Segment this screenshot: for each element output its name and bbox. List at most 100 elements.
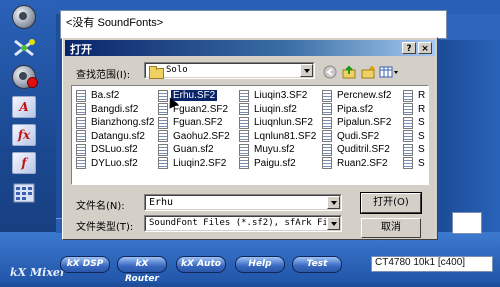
kx-router-button[interactable]: kX Router (117, 256, 167, 284)
file-name: R (418, 90, 426, 101)
filetype-value: SoundFont Files (*.sf2), sfArk Files (149, 218, 326, 228)
right-panel-box (452, 212, 482, 234)
file-item[interactable]: Gaohu2.SF2 (158, 130, 232, 143)
file-item[interactable]: Liuqin3.SF2 (239, 89, 309, 102)
back-icon[interactable] (323, 65, 337, 79)
filetype-select[interactable]: SoundFont Files (*.sf2), sfArk Files (144, 215, 342, 232)
card-info-panel: CT4780 10k1 [c400] (371, 256, 493, 272)
file-name: Fguan.SF2 (173, 117, 223, 128)
file-name: S (418, 144, 425, 155)
fx-icon[interactable]: fx (10, 122, 38, 148)
file-item[interactable]: S (403, 116, 427, 129)
file-name: Liuqnlun.SF2 (254, 117, 313, 128)
sf2-file-icon (76, 103, 86, 115)
file-item[interactable]: Muyu.sf2 (239, 143, 297, 156)
file-item[interactable]: R (403, 103, 427, 116)
file-item[interactable]: Qudi.SF2 (322, 130, 381, 143)
new-folder-icon[interactable] (361, 65, 375, 79)
file-item[interactable]: S (403, 143, 427, 156)
sf2-file-icon (76, 116, 86, 129)
sf2-file-icon (403, 143, 413, 156)
file-item[interactable]: Percnew.sf2 (322, 89, 393, 102)
file-item[interactable]: Liuqnlun.SF2 (239, 116, 315, 129)
function-icon[interactable]: f (10, 150, 38, 176)
file-name: Pipa.sf2 (337, 103, 374, 115)
record-speaker-icon[interactable] (10, 64, 38, 90)
help-button[interactable]: Help (235, 256, 285, 273)
file-name: S (418, 157, 425, 169)
cancel-button[interactable]: 取消 (361, 218, 421, 238)
close-button[interactable]: × (418, 42, 432, 54)
network-icon[interactable] (10, 35, 38, 61)
look-in-combo[interactable]: Solo (144, 62, 315, 79)
file-item[interactable]: Liuqin.sf2 (239, 103, 299, 116)
file-name: Datangu.sf2 (91, 130, 145, 142)
file-item[interactable]: S (403, 157, 427, 170)
sf2-file-icon (239, 116, 249, 129)
file-name: Percnew.sf2 (337, 90, 392, 101)
kx-auto-button[interactable]: kX Auto (176, 256, 226, 273)
sf2-file-icon (322, 116, 332, 129)
file-item[interactable]: Bangdi.sf2 (76, 103, 140, 116)
folder-icon (149, 66, 164, 79)
speaker-icon[interactable] (10, 4, 38, 30)
file-item[interactable]: Bianzhong.sf2 (76, 116, 156, 129)
sf2-file-icon (403, 103, 413, 115)
file-item[interactable]: Lqnlun81.SF2 (239, 130, 318, 143)
look-in-value: Solo (166, 65, 188, 75)
grid-icon[interactable] (10, 180, 38, 206)
open-button[interactable]: 打开(O) (360, 192, 422, 214)
file-item[interactable]: DSLuo.sf2 (76, 143, 140, 156)
file-item[interactable]: Pipalun.SF2 (322, 116, 393, 129)
sf2-file-icon (76, 130, 86, 142)
test-button[interactable]: Test (292, 256, 342, 273)
filename-dropdown-icon[interactable] (327, 196, 340, 209)
sf2-file-icon (239, 130, 249, 142)
filename-field[interactable]: Erhu (144, 194, 342, 211)
file-item[interactable]: Ba.sf2 (76, 89, 121, 102)
file-item[interactable]: Quditril.SF2 (322, 143, 392, 156)
sf2-file-icon (158, 116, 168, 129)
dialog-titlebar[interactable]: 打开 ? × (65, 40, 435, 56)
file-name: Erhu.SF2 (169, 89, 219, 102)
sf2-file-icon (239, 143, 249, 156)
mixer-title: kX Mixer (10, 266, 66, 279)
file-name: Liuqin.sf2 (254, 103, 297, 115)
help-title-button[interactable]: ? (402, 42, 416, 54)
sf2-file-icon (158, 143, 168, 156)
card-info-text: CT4780 10k1 [c400] (375, 257, 466, 268)
router-icon[interactable]: A (10, 94, 38, 120)
file-name: Liuqin3.SF2 (254, 90, 308, 101)
soundfont-text: <没有 SoundFonts> (66, 17, 164, 29)
right-frame (440, 40, 500, 235)
file-name: S (418, 130, 425, 142)
sf2-file-icon (403, 89, 413, 102)
file-item[interactable]: Liuqin2.SF2 (158, 157, 228, 170)
sf2-file-icon (76, 157, 86, 169)
kx-dsp-button[interactable]: kX DSP (60, 256, 110, 273)
file-name: R (418, 103, 426, 115)
file-name: Quditril.SF2 (337, 144, 390, 155)
file-name: Ruan2.SF2 (337, 157, 388, 169)
chevron-down-icon[interactable] (300, 64, 313, 77)
file-item[interactable]: S (403, 130, 427, 143)
file-item[interactable]: Fguan.SF2 (158, 116, 224, 129)
up-folder-icon[interactable] (342, 65, 356, 79)
sf2-file-icon (322, 103, 332, 115)
file-item[interactable]: R (403, 89, 427, 102)
view-menu-icon[interactable] (379, 65, 399, 79)
file-item[interactable]: Paigu.sf2 (239, 157, 298, 170)
soundfont-panel[interactable]: <没有 SoundFonts> (60, 10, 447, 39)
file-item[interactable]: Datangu.sf2 (76, 130, 147, 143)
file-list[interactable]: Ba.sf2 Erhu.SF2 Liuqin3.SF2 Percnew.sf2 R Ban… (71, 85, 429, 185)
file-item[interactable]: Ruan2.SF2 (322, 157, 390, 170)
file-item[interactable]: DYLuo.sf2 (76, 157, 140, 170)
file-name: DSLuo.sf2 (91, 144, 138, 155)
file-name: Liuqin2.SF2 (173, 157, 227, 169)
file-item[interactable]: Pipa.sf2 (322, 103, 375, 116)
file-name: Pipalun.SF2 (337, 117, 392, 128)
filetype-dropdown-icon[interactable] (327, 217, 340, 230)
sf2-file-icon (239, 103, 249, 115)
file-name: DYLuo.sf2 (91, 157, 138, 169)
file-item[interactable]: Guan.sf2 (158, 143, 216, 156)
